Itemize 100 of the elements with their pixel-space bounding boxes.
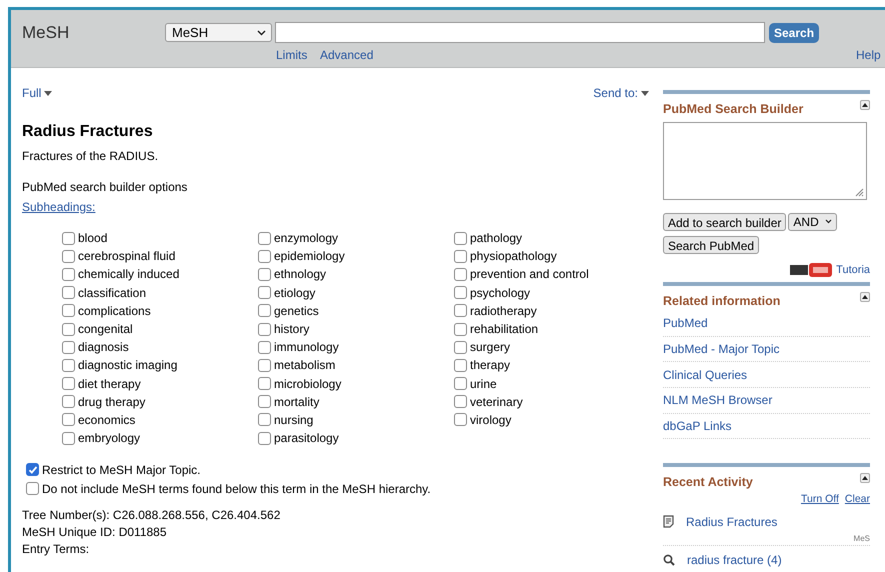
checkbox-label: etiology	[274, 284, 316, 302]
checkbox[interactable]	[454, 413, 467, 426]
checkbox[interactable]	[258, 268, 271, 281]
checkbox[interactable]	[62, 232, 75, 245]
checkbox-label: chemically induced	[78, 266, 180, 284]
activity-item-link[interactable]: radius fracture (4)	[687, 550, 782, 569]
checkbox-label: psychology	[470, 284, 530, 302]
related-link[interactable]: Clinical Queries	[663, 366, 748, 384]
search-button[interactable]: Search	[769, 23, 820, 43]
chevron-icon	[257, 30, 266, 36]
related-link[interactable]: dbGaP Links	[663, 417, 732, 436]
record-title: Radius Fractures	[22, 122, 154, 142]
checkbox[interactable]	[258, 395, 271, 408]
checkbox[interactable]	[258, 377, 271, 390]
detail-text: MeSH Unique ID: D011885	[22, 524, 168, 542]
subheadings-link[interactable]: Subheadings:	[22, 198, 96, 216]
caret-icon	[641, 90, 649, 96]
collapse-icon[interactable]	[860, 100, 870, 110]
related-link[interactable]: PubMed	[663, 314, 708, 332]
checkbox-label: physiopathology	[470, 248, 557, 266]
checkbox[interactable]	[258, 322, 271, 336]
checkbox-label: Do not include MeSH terms found below this term in the MeSH hierarchy.	[42, 480, 431, 498]
checkbox-label: diet therapy	[78, 376, 141, 393]
checkbox[interactable]	[258, 413, 271, 426]
source-label: MeS	[854, 532, 870, 545]
checkbox[interactable]	[454, 304, 467, 318]
checkbox[interactable]	[62, 268, 75, 281]
operator-select[interactable]: AND	[788, 212, 837, 231]
checkbox[interactable]	[258, 286, 271, 300]
search-pubmed-button[interactable]: Search PubMed	[663, 236, 760, 254]
chevron-icon	[824, 219, 832, 224]
checkbox-label: diagnosis	[78, 339, 129, 356]
activity-item-link[interactable]: Radius Fractures	[686, 512, 778, 531]
header-link[interactable]: Limits	[276, 46, 308, 64]
checkbox[interactable]	[62, 322, 75, 336]
search-field[interactable]	[275, 22, 765, 43]
header-link[interactable]: Advanced	[320, 46, 374, 64]
send-to-menu[interactable]: Send to:	[593, 83, 649, 103]
resize-handle-icon[interactable]	[855, 188, 864, 197]
related-link[interactable]: PubMed - Major Topic	[663, 340, 780, 358]
checkbox-label: mortality	[274, 394, 320, 411]
checkbox-label: urine	[470, 376, 497, 393]
search-builder-field[interactable]	[663, 122, 867, 200]
checkbox[interactable]	[62, 340, 75, 354]
checkbox-label: embryology	[78, 430, 140, 448]
help-link[interactable]: Help	[856, 46, 881, 64]
activity-link[interactable]: Turn Off	[800, 492, 839, 508]
checkbox[interactable]	[62, 432, 75, 445]
checkbox-label: virology	[470, 412, 512, 429]
checkbox[interactable]	[26, 482, 39, 496]
checkbox[interactable]	[62, 395, 75, 408]
checkbox[interactable]	[62, 413, 75, 426]
caret-icon	[44, 90, 52, 96]
checkbox[interactable]	[258, 232, 271, 245]
checkbox-label: congenital	[78, 321, 133, 338]
tutorial-link[interactable]: Tutoria	[836, 262, 870, 278]
collapse-icon[interactable]	[860, 473, 870, 484]
checkbox[interactable]	[454, 268, 467, 281]
checkbox-label: genetics	[274, 302, 319, 320]
checkbox[interactable]	[258, 358, 271, 372]
related-link[interactable]: NLM MeSH Browser	[663, 391, 772, 410]
detail-text: Tree Number(s): C26.088.268.556, C26.404.562	[22, 507, 282, 524]
add-to-builder-button[interactable]: Add to search builder	[663, 212, 786, 231]
checkbox[interactable]	[454, 322, 467, 336]
checkbox[interactable]	[258, 340, 271, 354]
database-select[interactable]: MeSH	[165, 23, 272, 42]
checkbox[interactable]	[62, 250, 75, 263]
search-icon	[663, 554, 675, 566]
checkbox-label: veterinary	[470, 394, 523, 411]
checkbox[interactable]	[62, 377, 75, 390]
format-menu[interactable]: Full	[22, 83, 52, 103]
checkbox[interactable]	[62, 286, 75, 300]
checkbox-label: microbiology	[274, 376, 342, 393]
checkbox-label: Restrict to MeSH Major Topic.	[42, 462, 200, 479]
checkbox-label: immunology	[274, 339, 339, 356]
checkbox[interactable]	[62, 358, 75, 372]
collapse-icon[interactable]	[860, 292, 870, 302]
checkbox[interactable]	[454, 377, 467, 390]
checkbox[interactable]	[258, 432, 271, 445]
checkbox-label: radiotherapy	[470, 302, 537, 320]
panel-title: PubMed Search Builder	[663, 101, 804, 118]
definition-text: Fractures of the RADIUS.	[22, 148, 160, 165]
checkbox-label: history	[274, 321, 310, 338]
checkbox-label: ethnology	[274, 266, 326, 284]
checkbox[interactable]	[454, 395, 467, 408]
checkbox[interactable]	[258, 250, 271, 263]
checkbox-label: classification	[78, 284, 146, 302]
checkbox[interactable]	[26, 463, 39, 476]
checkbox[interactable]	[454, 340, 467, 354]
checkbox[interactable]	[454, 232, 467, 245]
document-icon	[663, 515, 674, 528]
checkbox[interactable]	[454, 250, 467, 263]
checkbox[interactable]	[454, 358, 467, 372]
checkbox[interactable]	[258, 304, 271, 318]
checkbox-label: prevention and control	[470, 266, 589, 284]
checkbox-label: drug therapy	[78, 394, 146, 411]
activity-link[interactable]: Clear	[844, 492, 870, 508]
checkbox[interactable]	[454, 286, 467, 300]
checkbox-label: economics	[78, 412, 136, 429]
checkbox[interactable]	[62, 304, 75, 318]
